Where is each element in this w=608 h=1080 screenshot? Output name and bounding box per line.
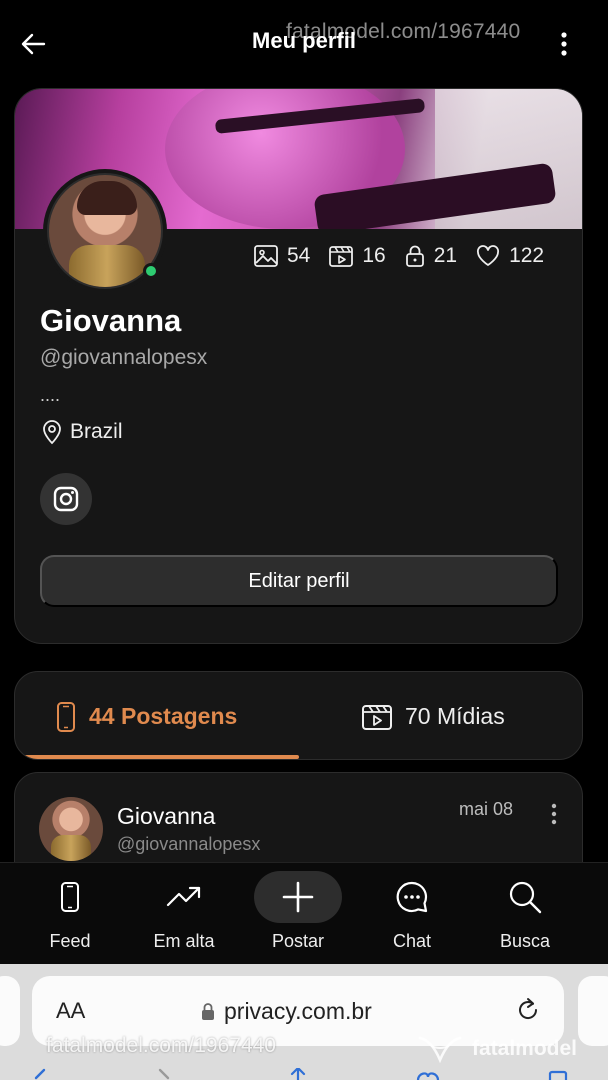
stat-videos[interactable]: 16 [328,244,386,268]
nav-search[interactable]: Busca [470,863,580,965]
profile-handle: @giovannalopesx [40,346,208,369]
more-vertical-icon[interactable] [552,30,576,58]
profile-bio: .... [40,385,61,405]
watermark-text: fatalmodel.com/1967440 [286,20,521,43]
profile-stats: 54 16 21 122 [253,241,562,271]
stat-locked-count: 21 [433,244,458,267]
content-tabs: 44 Postagens 70 Mídias [14,671,583,760]
fatalmodel-logo-icon [418,1036,462,1064]
edit-profile-button[interactable]: Editar perfil [40,555,558,607]
image-icon [254,245,278,267]
profile-card: 54 16 21 122 Giovanna @giovannalopesx ..… [14,88,583,644]
location-text: Brazil [70,420,123,443]
nav-post[interactable]: Postar [243,863,353,965]
search-icon [509,881,542,914]
nav-chat[interactable]: Chat [357,863,467,965]
nav-trending-label: Em alta [153,931,215,951]
stat-videos-count: 16 [362,244,386,267]
profile-location: Brazil [40,419,123,445]
previous-tab-preview[interactable] [0,976,20,1046]
chevron-right-icon[interactable] [152,1068,176,1080]
bookmarks-icon[interactable] [416,1068,440,1080]
next-tab-preview[interactable] [578,976,608,1046]
chevron-left-icon[interactable] [30,1068,54,1080]
browser-toolbar: AA privacy.com.br fatalmodel.com/1967440… [0,964,608,1080]
tab-media[interactable]: 70 Mídias [361,672,505,759]
nav-post-label: Postar [271,931,325,951]
watermark-logo: fatalmodel [416,1034,577,1064]
stat-locked[interactable]: 21 [404,244,457,268]
nav-feed[interactable]: Feed [15,863,125,965]
stat-photos-count: 54 [287,244,311,267]
bottom-navigation: Feed Em alta Postar Chat Busca [0,862,608,964]
instagram-button[interactable] [40,473,92,525]
post-author-name[interactable]: Giovanna [117,803,215,830]
tab-posts[interactable]: 44 Postagens [55,672,238,759]
chat-icon [396,881,428,913]
plus-icon [282,881,314,913]
heart-icon [477,245,500,266]
lock-icon [405,245,424,267]
stat-photos[interactable]: 54 [253,244,310,268]
active-tab-indicator [15,755,299,759]
text-size-label: AA [56,998,86,1023]
more-vertical-icon[interactable] [545,801,563,827]
stat-likes-count: 122 [509,244,545,267]
lock-icon [202,1002,214,1020]
instagram-icon [53,486,79,512]
reload-icon[interactable] [514,996,542,1024]
tabs-icon[interactable] [546,1068,570,1080]
url-display[interactable]: privacy.com.br [200,998,372,1025]
top-app-bar: Meu perfil fatalmodel.com/1967440 [0,0,608,88]
post-author-handle: @giovannalopesx [117,834,261,854]
phone-icon [57,701,75,732]
watermark-text: fatalmodel.com/1967440 [46,1034,276,1057]
phone-icon [61,882,79,912]
text-size-button[interactable]: AA [56,998,85,1024]
profile-name: Giovanna [40,303,182,338]
nav-trending[interactable]: Em alta [129,863,239,965]
post-date: mai 08 [459,799,514,819]
online-status-indicator [143,263,159,279]
tab-posts-label: 44 Postagens [89,703,238,729]
watermark-brand: fatalmodel [472,1037,578,1060]
nav-feed-label: Feed [49,931,91,951]
trending-icon [166,886,201,907]
map-pin-icon [43,420,61,445]
video-clapper-icon [329,246,354,267]
share-icon[interactable] [286,1068,310,1080]
tab-media-label: 70 Mídias [405,703,505,729]
post-avatar[interactable] [39,797,103,861]
nav-chat-label: Chat [392,931,432,951]
url-text: privacy.com.br [224,998,372,1024]
video-clapper-icon [362,704,392,730]
stat-likes[interactable]: 122 [475,244,544,268]
nav-search-label: Busca [499,931,551,951]
